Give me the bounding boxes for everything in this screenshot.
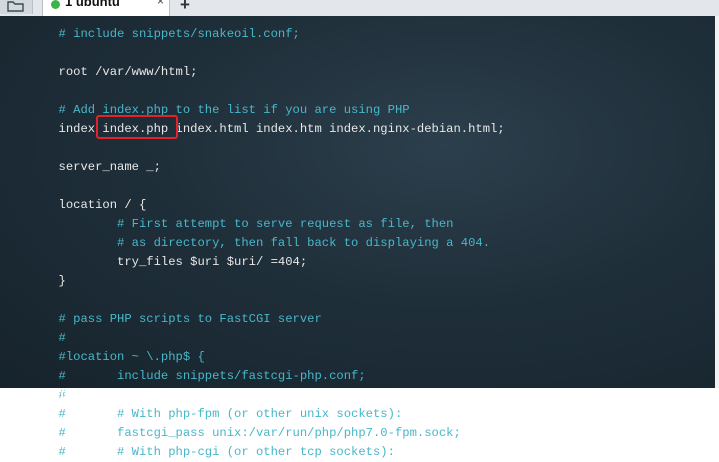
code-comment-line: # pass PHP scripts to FastCGI server — [0, 312, 322, 326]
code-comment-line: # include snippets/snakeoil.conf; — [0, 27, 300, 41]
index-php-highlight — [96, 115, 178, 139]
code-comment-line: # include snippets/fastcgi-php.conf; — [0, 369, 366, 383]
connection-status-icon — [51, 0, 60, 9]
code-line: root /var/www/html; — [0, 65, 198, 79]
code-comment-line: # — [0, 331, 66, 345]
tab-title: 1 ubuntu — [65, 0, 120, 9]
window-edge — [715, 16, 719, 388]
vim-mode-status: -- INSERT -- — [0, 389, 88, 403]
code-comment-line: # fastcgi_pass unix:/var/run/php/php7.0-… — [0, 426, 461, 440]
code-line: location / { — [0, 198, 147, 212]
tab-bar: 1 ubuntu × + — [0, 0, 719, 17]
folder-button[interactable] — [0, 0, 33, 14]
code-comment-line: # # With php-cgi (or other tcp sockets): — [0, 445, 395, 459]
new-tab-button[interactable]: + — [180, 0, 190, 15]
tab-ubuntu[interactable]: 1 ubuntu × — [42, 0, 170, 16]
code-comment-line: #location ~ \.php$ { — [0, 350, 205, 364]
code-comment-line: # as directory, then fall back to displa… — [0, 236, 491, 250]
code-line: } — [0, 274, 66, 288]
code-line: try_files $uri $uri/ =404; — [0, 255, 308, 269]
code-line: index index.php index.html index.htm ind… — [0, 122, 505, 136]
code-comment-line: # # With php-fpm (or other unix sockets)… — [0, 407, 403, 421]
terminal-editor[interactable]: # include snippets/snakeoil.conf; root /… — [0, 16, 719, 459]
close-icon[interactable]: × — [157, 0, 164, 8]
code-line: server_name _; — [0, 160, 161, 174]
code-comment-line: # First attempt to serve request as file… — [0, 217, 454, 231]
folder-icon — [7, 1, 24, 12]
code-comment-line: # Add index.php to the list if you are u… — [0, 103, 410, 117]
